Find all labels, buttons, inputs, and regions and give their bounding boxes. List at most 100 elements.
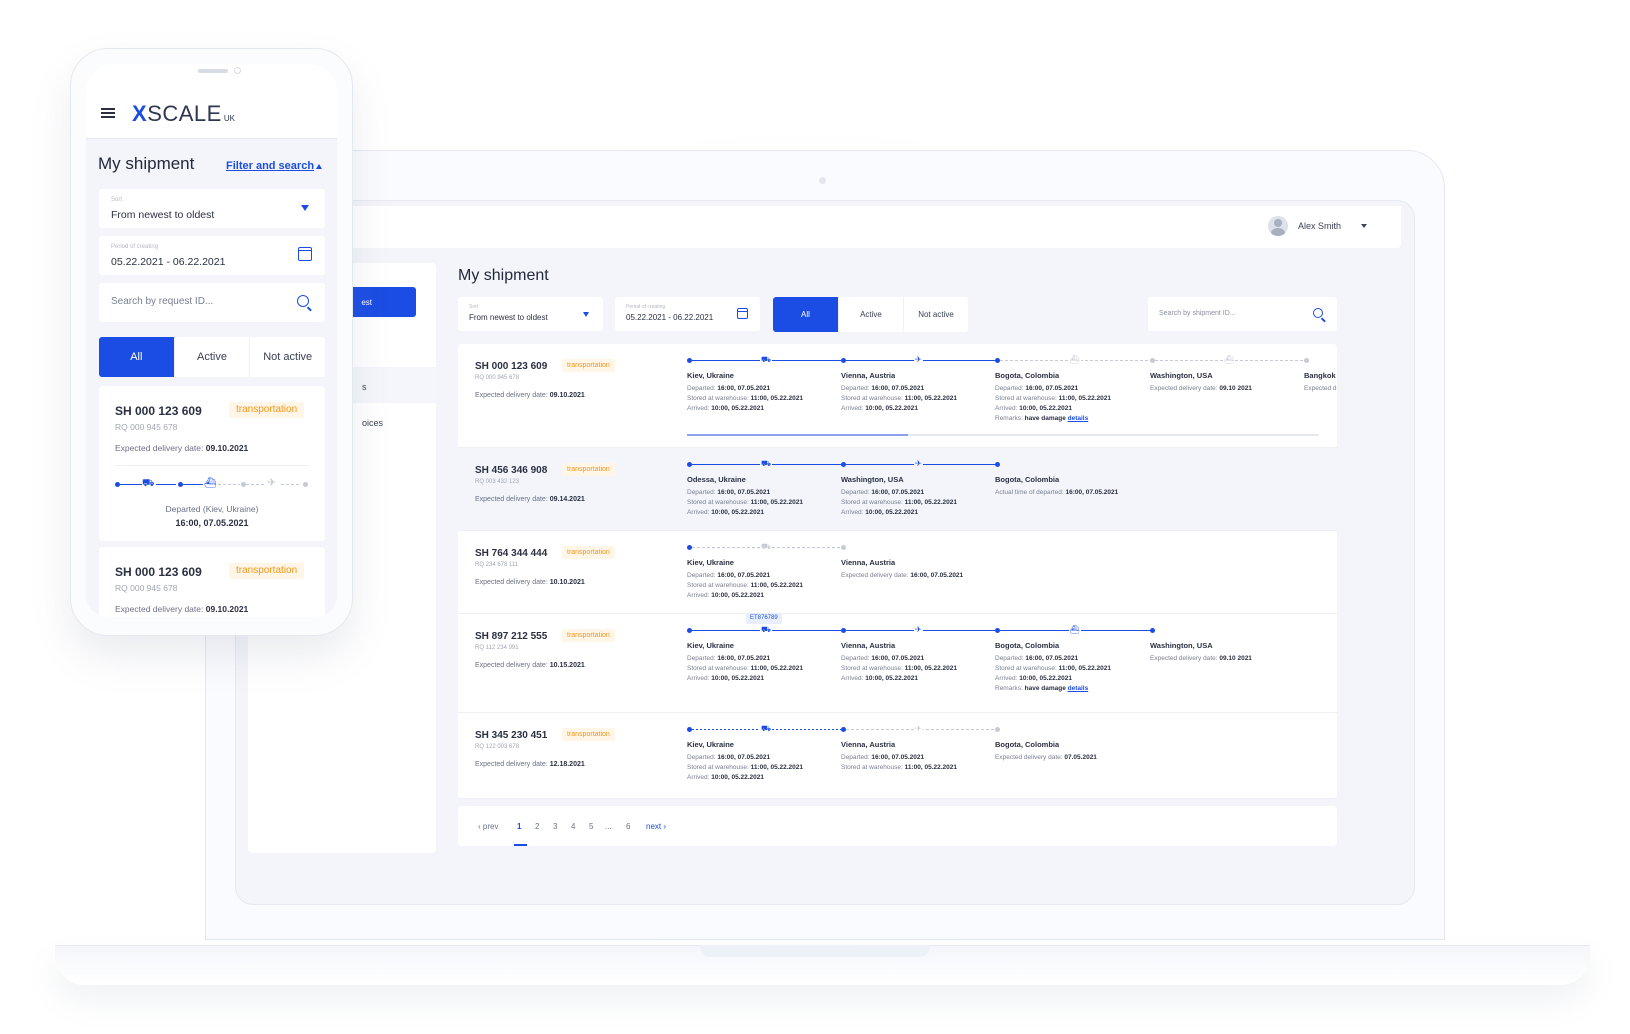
- route-stop: Kiev, Ukraine Departed: 16:00, 07.05.2021…: [687, 740, 837, 784]
- sort-label: Sort: [111, 197, 123, 203]
- stop-detail: Departed: 16:00, 07.05.2021: [687, 754, 837, 761]
- mobile-period-picker[interactable]: Period of creating 05.22.2021 - 06.22.20…: [99, 236, 325, 275]
- status-tabs: All Active Not active: [773, 297, 968, 332]
- route-stop: Vienna, Austria Departed: 16:00, 07.05.20…: [841, 371, 991, 415]
- detail-value: 10:00, 05.22.2021: [865, 509, 918, 516]
- detail-value: have damage: [1024, 415, 1066, 422]
- details-link[interactable]: details: [1068, 415, 1089, 422]
- filter-and-search-link[interactable]: Filter and search: [226, 160, 314, 172]
- calendar-icon[interactable]: [298, 247, 312, 261]
- desktop-app: Alex Smith est s oices My shipment Sort …: [235, 200, 1415, 905]
- route-stop: Vienna, Austria Expected delivery date: 1…: [841, 558, 991, 582]
- mobile-sort-select[interactable]: Sort From newest to oldest: [99, 189, 325, 228]
- tab-all[interactable]: All: [99, 337, 174, 377]
- stop-detail: Arrived: 10:00, 05.22.2021: [841, 675, 991, 682]
- page-2[interactable]: 2: [535, 822, 539, 831]
- stop-detail: Departed: 16:00, 07.05.2021: [687, 489, 837, 496]
- shipment-row[interactable]: SH 897 212 555 transportation RQ 112 234 9…: [458, 613, 1337, 713]
- laptop-notch: [700, 945, 930, 957]
- status-badge: transportation: [229, 563, 305, 579]
- stop-detail: Departed: 16:00, 07.05.2021: [687, 385, 837, 392]
- detail-label: Stored at warehouse:: [687, 582, 749, 589]
- detail-value: 11:00, 05.22.2021: [750, 499, 804, 506]
- detail-label: Arrived:: [841, 675, 864, 682]
- user-menu[interactable]: Alex Smith: [1267, 216, 1367, 236]
- edd-value: 12.18.2021: [549, 761, 585, 768]
- stop-name: Washington, USA: [1150, 641, 1213, 650]
- mobile-shipment-card[interactable]: SH 000 123 609 transportation RQ 000 945…: [99, 547, 325, 617]
- stop-detail: Arrived: 10:00, 05.22.2021: [995, 675, 1145, 682]
- tab-not-active[interactable]: Not active: [903, 297, 968, 332]
- stop-name: Kiev, Ukraine: [687, 641, 734, 650]
- detail-label: Expected delivery date:: [1150, 655, 1218, 662]
- detail-value: 11:00, 05.22.2021: [1058, 665, 1112, 672]
- menu-icon[interactable]: [101, 108, 115, 118]
- detail-value: 11:00, 05.22.2021: [904, 764, 958, 771]
- stop-detail: Arrived: 10:00, 05.22.2021: [687, 405, 837, 412]
- page-3[interactable]: 3: [553, 822, 557, 831]
- prev-link[interactable]: ‹ prev: [478, 822, 498, 831]
- tab-not-active[interactable]: Not active: [249, 337, 325, 377]
- detail-value: 16:00, 07.05.2021: [717, 385, 771, 392]
- stop-name: Kiev, Ukraine: [687, 740, 734, 749]
- request-id: RQ 234 678 111: [475, 562, 519, 568]
- details-link[interactable]: details: [1068, 685, 1089, 692]
- search-icon[interactable]: [297, 295, 309, 307]
- stop-detail: Arrived: 10:00, 05.22.2021: [841, 509, 991, 516]
- detail-value: 11:00, 05.22.2021: [750, 665, 804, 672]
- sort-select[interactable]: Sort From newest to oldest: [458, 297, 603, 331]
- stop-detail: Stored at warehouse: 11:00, 05.22.2021: [995, 665, 1145, 672]
- route-line-pending: [281, 484, 301, 485]
- shipment-row[interactable]: SH 456 346 908 transportation RQ 003 432 1…: [458, 448, 1337, 531]
- page-6[interactable]: 6: [626, 822, 630, 831]
- page-4[interactable]: 4: [571, 822, 575, 831]
- route-stop: Kiev, Ukraine Departed: 16:00, 07.05.2021…: [687, 558, 837, 602]
- route-dot-pending: [995, 727, 1000, 732]
- detail-label: Arrived:: [841, 405, 864, 412]
- edd-label: Expected delivery date:: [475, 761, 548, 768]
- route-stop: Bogota, Colombia Departed: 16:00, 07.05.2…: [995, 641, 1145, 695]
- current-page-indicator: [514, 844, 527, 846]
- plane-icon: ✈: [914, 625, 923, 634]
- detail-value: 16:00, 07.05.2021: [871, 489, 925, 496]
- sidebar-item-shipments[interactable]: s: [362, 382, 367, 392]
- detail-label: Stored at warehouse:: [687, 499, 749, 506]
- period-picker[interactable]: Period of creating 05.22.2021 - 06.22.20…: [615, 297, 760, 331]
- page-5[interactable]: 5: [589, 822, 593, 831]
- calendar-icon[interactable]: [737, 308, 748, 319]
- search-input[interactable]: Search by shipment ID...: [1148, 297, 1337, 331]
- detail-value: 11:00, 05.22.2021: [750, 395, 804, 402]
- detail-label: Stored at warehouse:: [687, 665, 749, 672]
- tab-active[interactable]: Active: [173, 337, 250, 377]
- tab-active[interactable]: Active: [838, 297, 903, 332]
- shipment-row[interactable]: SH 000 123 609 transportation RQ 000 945 6…: [458, 344, 1337, 448]
- detail-value: 10:00, 05.22.2021: [711, 592, 764, 599]
- expected-delivery: Expected delivery date: 09.10.2021: [475, 392, 585, 399]
- phone-frame: XSCALE UK My shipment Filter and search …: [70, 48, 353, 636]
- detail-value: 10:00, 05.22.2021: [1019, 405, 1072, 412]
- sort-value: From newest to oldest: [469, 313, 548, 322]
- detail-value: 11:00, 05.22.2021: [750, 764, 804, 771]
- mobile-search-input[interactable]: Search by request ID...: [99, 283, 325, 322]
- shipment-row[interactable]: SH 345 230 451 transportation RQ 122 003 6…: [458, 713, 1337, 799]
- next-link[interactable]: next ›: [646, 822, 666, 831]
- shipment-row[interactable]: SH 764 344 444 transportation RQ 234 678 1…: [458, 531, 1337, 614]
- route-stop: Washington, USA Expected delivery date: 0…: [1150, 371, 1300, 395]
- search-icon[interactable]: [1313, 308, 1323, 318]
- edd-value: 09.10.2021: [549, 392, 585, 399]
- page-title: My shipment: [458, 267, 549, 284]
- sidebar-item-invoices[interactable]: oices: [362, 418, 383, 428]
- page-1[interactable]: 1: [517, 822, 521, 831]
- detail-label: Arrived:: [687, 405, 710, 412]
- stop-detail: Expected delivery date: 16:00, 07.05.202…: [841, 572, 991, 579]
- edd-label: Expected delivery date:: [475, 579, 548, 586]
- route-line: [156, 484, 176, 485]
- detail-label: Departed:: [841, 754, 870, 761]
- status-badge: transportation: [562, 728, 615, 741]
- page-ellipsis: ...: [605, 822, 612, 831]
- detail-label: Stored at warehouse:: [841, 395, 903, 402]
- detail-label: Stored at warehouse:: [995, 395, 1057, 402]
- mobile-shipment-card[interactable]: SH 000 123 609 transportation RQ 000 945…: [99, 386, 325, 541]
- detail-value: 11:00, 05.22.2021: [750, 582, 804, 589]
- tab-all[interactable]: All: [773, 297, 838, 332]
